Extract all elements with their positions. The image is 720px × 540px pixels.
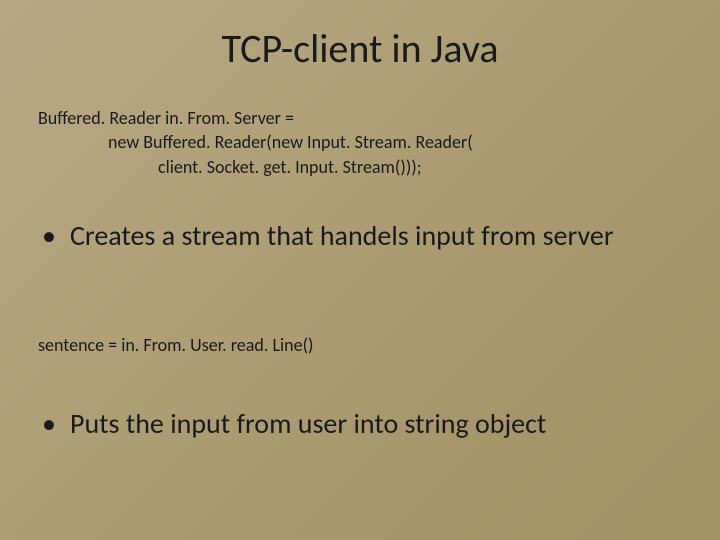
bullet-dot-icon: •: [42, 218, 56, 253]
bullet-item-1: • Creates a stream that handels input fr…: [42, 218, 670, 253]
slide-title: TCP-client in Java: [0, 24, 720, 73]
bullet-text: Creates a stream that handels input from…: [42, 218, 670, 253]
code-block-2: sentence = in. From. User. read. Line(): [38, 334, 313, 356]
code-line: sentence = in. From. User. read. Line(): [38, 334, 313, 356]
bullet-item-2: • Puts the input from user into string o…: [42, 406, 670, 441]
bullet-text: Puts the input from user into string obj…: [42, 406, 670, 441]
code-block-1: Buffered. Reader in. From. Server = new …: [38, 106, 473, 179]
slide: TCP-client in Java Buffered. Reader in. …: [0, 0, 720, 540]
bullet-dot-icon: •: [42, 406, 56, 441]
code-line: new Buffered. Reader(new Input. Stream. …: [38, 130, 473, 154]
code-line: client. Socket. get. Input. Stream()));: [38, 155, 473, 179]
code-line: Buffered. Reader in. From. Server =: [38, 106, 473, 130]
